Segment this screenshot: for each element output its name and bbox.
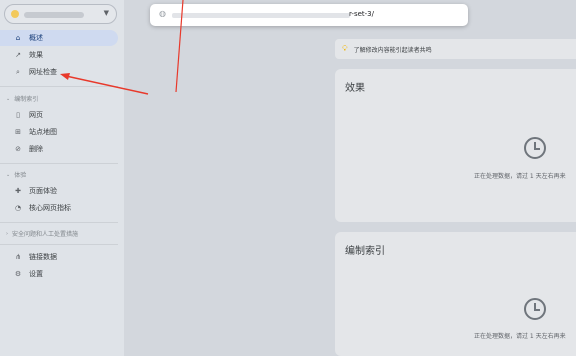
- section-indexing-toggle[interactable]: ⌄ 编制索引: [6, 94, 38, 104]
- globe-icon: ◍: [159, 9, 166, 18]
- chevron-down-icon: ⌄: [6, 95, 11, 102]
- tip-banner-text: 了解修改内容能引起读者共鸣: [353, 46, 432, 54]
- card-title: 效果: [345, 83, 365, 94]
- url-text: r-set-3/: [349, 10, 374, 18]
- card-title: 编制索引: [345, 246, 385, 257]
- sitemap-icon: ⊞: [15, 128, 21, 136]
- sidebar-item-core-web-vitals[interactable]: ◔ 核心网页指标: [0, 200, 118, 216]
- sidebar-divider: [0, 222, 118, 223]
- tip-banner[interactable]: 💡︎ 了解修改内容能引起读者共鸣: [335, 39, 576, 59]
- chevron-right-icon: ›: [6, 230, 8, 237]
- lightbulb-icon: 💡︎: [342, 44, 348, 53]
- sidebar-item-settings[interactable]: ⚙ 设置: [0, 266, 118, 282]
- page-icon: ▯: [16, 111, 20, 119]
- processing-status: 正在处理数据，请过 1 天左右再来: [474, 333, 566, 340]
- settings-icon: ⚙: [14, 270, 22, 278]
- home-icon: ⌂: [15, 34, 21, 42]
- url-redacted: [172, 13, 350, 18]
- sidebar-item-links[interactable]: ⋔ 链接数据: [0, 249, 118, 265]
- property-selector[interactable]: ▼: [4, 4, 117, 24]
- property-favicon: [11, 10, 19, 18]
- sidebar-item-performance[interactable]: ↗ 效果: [0, 47, 118, 63]
- clock-icon: [524, 298, 546, 320]
- chevron-down-icon: ⌄: [6, 171, 11, 178]
- sidebar-divider: [0, 86, 118, 87]
- sidebar-divider: [0, 244, 118, 245]
- links-icon: ⋔: [15, 253, 21, 261]
- section-security-toggle[interactable]: › 安全问题和人工处置措施: [6, 229, 78, 239]
- chevron-down-icon: ▼: [103, 9, 109, 17]
- speedometer-icon: ◔: [14, 204, 22, 212]
- removal-icon: ⊘: [15, 145, 21, 153]
- processing-status: 正在处理数据，请过 1 天左右再来: [474, 173, 566, 180]
- sidebar-item-overview[interactable]: ⌂ 概述: [0, 30, 118, 46]
- property-name-redacted: [24, 12, 84, 18]
- clock-icon: [524, 137, 546, 159]
- trending-icon: ↗: [15, 51, 21, 59]
- sidebar: ▼ ⌂ 概述 ↗ 效果 ⌕ 网址检查 ⌄ 编制索引 ▯ 网页 ⊞ 站点地图 ⊘ …: [0, 0, 124, 356]
- url-inspection-input[interactable]: ◍ r-set-3/: [150, 4, 468, 26]
- sidebar-divider: [0, 163, 118, 164]
- indexing-card[interactable]: 编制索引 正在处理数据，请过 1 天左右再来: [335, 232, 576, 356]
- sidebar-item-url-inspection[interactable]: ⌕ 网址检查: [0, 64, 118, 80]
- page-experience-icon: ✚: [15, 187, 21, 195]
- section-experience-toggle[interactable]: ⌄ 体验: [6, 170, 26, 180]
- performance-card[interactable]: 效果 正在处理数据，请过 1 天左右再来: [335, 69, 576, 222]
- sidebar-item-pages[interactable]: ▯ 网页: [0, 107, 118, 123]
- sidebar-item-page-experience[interactable]: ✚ 页面体验: [0, 183, 118, 199]
- sidebar-item-removals[interactable]: ⊘ 删除: [0, 141, 118, 157]
- sidebar-item-sitemaps[interactable]: ⊞ 站点地图: [0, 124, 118, 140]
- search-icon: ⌕: [16, 67, 20, 76]
